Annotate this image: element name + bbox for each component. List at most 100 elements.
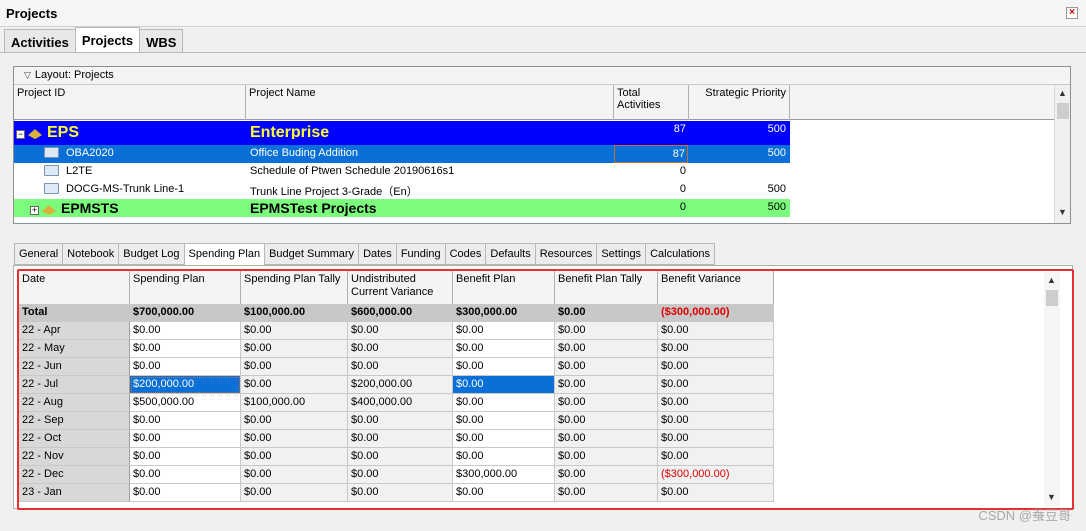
col-header-project-name[interactable]: Project Name: [246, 85, 614, 120]
tab-funding[interactable]: Funding: [395, 243, 446, 265]
spending-plan-cell[interactable]: $0.00: [130, 430, 241, 448]
col-header-strategic-priority[interactable]: Strategic Priority: [689, 85, 790, 120]
col-header-benefit-plan[interactable]: Benefit Plan: [453, 271, 555, 304]
spending-plan-cell[interactable]: $0.00: [130, 358, 241, 376]
col-header-benefit-variance[interactable]: Benefit Variance: [658, 271, 774, 304]
table-row[interactable]: 22 - Apr $0.00 $0.00 $0.00 $0.00 $0.00 $0.00: [19, 322, 774, 340]
tab-activities[interactable]: Activities: [4, 29, 76, 53]
benefit-plan-cell[interactable]: $0.00: [453, 340, 555, 358]
undistributed-variance-cell[interactable]: $0.00: [348, 430, 453, 448]
table-row[interactable]: 22 - Nov $0.00 $0.00 $0.00 $0.00 $0.00 $0.00: [19, 448, 774, 466]
col-header-total-activities[interactable]: Total Activities: [614, 85, 689, 120]
benefit-plan-cell[interactable]: $0.00: [453, 358, 555, 376]
tab-projects[interactable]: Projects: [74, 27, 141, 53]
spending-plan-tally-cell[interactable]: $0.00: [241, 412, 348, 430]
table-row[interactable]: L2TE Schedule of Ptwen Schedule 20190616…: [14, 163, 790, 181]
undistributed-variance-cell[interactable]: $0.00: [348, 322, 453, 340]
scroll-thumb[interactable]: [1057, 103, 1069, 119]
benefit-variance-cell[interactable]: $0.00: [658, 412, 774, 430]
tab-budget-summary[interactable]: Budget Summary: [264, 243, 360, 265]
spending-plan-cell[interactable]: $0.00: [130, 412, 241, 430]
benefit-variance-cell[interactable]: $0.00: [658, 484, 774, 502]
undistributed-variance-cell[interactable]: $0.00: [348, 340, 453, 358]
col-header-spending-plan[interactable]: Spending Plan: [130, 271, 241, 304]
spending-plan-cell[interactable]: $0.00: [130, 466, 241, 484]
table-row[interactable]: 23 - Jan $0.00 $0.00 $0.00 $0.00 $0.00 $0.00: [19, 484, 774, 502]
table-row[interactable]: 22 - Aug $500,000.00 $100,000.00 $400,000.0…: [19, 394, 774, 412]
table-row[interactable]: + EPMSTS EPMSTest Projects 0 500: [14, 199, 790, 217]
benefit-plan-tally-cell[interactable]: $0.00: [555, 430, 658, 448]
spending-plan-tally-cell[interactable]: $0.00: [241, 322, 348, 340]
projects-scrollbar[interactable]: ▲ ▼: [1054, 85, 1070, 223]
spending-plan-tally-cell[interactable]: $0.00: [241, 340, 348, 358]
tab-codes[interactable]: Codes: [444, 243, 487, 265]
table-row[interactable]: 22 - Jun $0.00 $0.00 $0.00 $0.00 $0.00 $0.00: [19, 358, 774, 376]
table-row[interactable]: 22 - Dec $0.00 $0.00 $0.00 $300,000.00 $0.00(…: [19, 466, 774, 484]
tab-dates[interactable]: Dates: [358, 243, 397, 265]
benefit-plan-tally-cell[interactable]: $0.00: [555, 484, 658, 502]
tab-notebook[interactable]: Notebook: [62, 243, 120, 265]
spending-plan-tally-cell[interactable]: $100,000.00: [241, 394, 348, 412]
scroll-down-icon[interactable]: ▼: [1047, 492, 1056, 502]
benefit-variance-cell[interactable]: ($300,000.00): [658, 304, 774, 322]
tab-calculations[interactable]: Calculations: [645, 243, 715, 265]
table-row[interactable]: OBA2020 Office Buding Addition 87 500: [14, 145, 790, 163]
undistributed-variance-cell[interactable]: $0.00: [348, 358, 453, 376]
benefit-plan-cell[interactable]: $0.00: [453, 430, 555, 448]
spending-plan-tally-cell[interactable]: $0.00: [241, 376, 348, 394]
col-header-benefit-plan-tally[interactable]: Benefit Plan Tally: [555, 271, 658, 304]
col-header-date[interactable]: Date: [19, 271, 130, 304]
tab-budget-log[interactable]: Budget Log: [118, 243, 185, 265]
col-header-undistributed-variance[interactable]: Undistributed Current Variance: [348, 271, 453, 304]
total-activities[interactable]: 87: [614, 145, 688, 163]
total-row[interactable]: Total $700,000.00 $100,000.00 $600,000.00 $3…: [19, 304, 774, 322]
spending-plan-cell[interactable]: $200,000.00: [130, 376, 241, 394]
table-row[interactable]: 22 - Jul $200,000.00 $0.00 $200,000.00 $0.00…: [19, 376, 774, 394]
benefit-plan-cell[interactable]: $0.00: [453, 484, 555, 502]
benefit-plan-cell[interactable]: $300,000.00: [453, 466, 555, 484]
spending-plan-tally-cell[interactable]: $100,000.00: [241, 304, 348, 322]
undistributed-variance-cell[interactable]: $0.00: [348, 448, 453, 466]
scroll-down-icon[interactable]: ▼: [1058, 207, 1067, 217]
col-header-project-id[interactable]: Project ID: [14, 85, 246, 120]
spending-scrollbar[interactable]: ▲ ▼: [1044, 272, 1060, 506]
table-row[interactable]: 22 - Oct $0.00 $0.00 $0.00 $0.00 $0.00 $0.00: [19, 430, 774, 448]
undistributed-variance-cell[interactable]: $400,000.00: [348, 394, 453, 412]
benefit-plan-tally-cell[interactable]: $0.00: [555, 358, 658, 376]
spending-plan-cell[interactable]: $0.00: [130, 484, 241, 502]
benefit-plan-tally-cell[interactable]: $0.00: [555, 448, 658, 466]
undistributed-variance-cell[interactable]: $0.00: [348, 412, 453, 430]
benefit-plan-tally-cell[interactable]: $0.00: [555, 304, 658, 322]
collapse-icon[interactable]: −: [16, 129, 25, 139]
spending-plan-cell[interactable]: $0.00: [130, 448, 241, 466]
benefit-plan-cell[interactable]: $0.00: [453, 412, 555, 430]
benefit-variance-cell[interactable]: $0.00: [658, 394, 774, 412]
benefit-plan-tally-cell[interactable]: $0.00: [555, 322, 658, 340]
spending-plan-tally-cell[interactable]: $0.00: [241, 430, 348, 448]
benefit-variance-cell[interactable]: $0.00: [658, 322, 774, 340]
benefit-plan-cell[interactable]: $0.00: [453, 322, 555, 340]
benefit-variance-cell[interactable]: $0.00: [658, 430, 774, 448]
scroll-up-icon[interactable]: ▲: [1058, 88, 1067, 98]
benefit-variance-cell[interactable]: $0.00: [658, 340, 774, 358]
benefit-plan-tally-cell[interactable]: $0.00: [555, 412, 658, 430]
benefit-plan-tally-cell[interactable]: $0.00: [555, 394, 658, 412]
benefit-plan-tally-cell[interactable]: $0.00: [555, 466, 658, 484]
benefit-plan-cell[interactable]: $300,000.00: [453, 304, 555, 322]
undistributed-variance-cell[interactable]: $200,000.00: [348, 376, 453, 394]
tab-settings[interactable]: Settings: [596, 243, 647, 265]
spending-plan-cell[interactable]: $500,000.00: [130, 394, 241, 412]
close-icon[interactable]: ×: [1066, 7, 1078, 19]
benefit-plan-cell[interactable]: $0.00: [453, 376, 555, 394]
benefit-plan-cell[interactable]: $0.00: [453, 448, 555, 466]
benefit-plan-tally-cell[interactable]: $0.00: [555, 340, 658, 358]
tab-spending-plan[interactable]: Spending Plan: [183, 243, 266, 266]
spending-plan-tally-cell[interactable]: $0.00: [241, 466, 348, 484]
chevron-down-icon[interactable]: ▽: [24, 70, 31, 81]
benefit-plan-tally-cell[interactable]: $0.00: [555, 376, 658, 394]
spending-plan-tally-cell[interactable]: $0.00: [241, 358, 348, 376]
table-row[interactable]: 22 - Sep $0.00 $0.00 $0.00 $0.00 $0.00 $0.00: [19, 412, 774, 430]
tab-resources[interactable]: Resources: [534, 243, 598, 265]
undistributed-variance-cell[interactable]: $0.00: [348, 484, 453, 502]
table-row[interactable]: 22 - May $0.00 $0.00 $0.00 $0.00 $0.00 $0.00: [19, 340, 774, 358]
